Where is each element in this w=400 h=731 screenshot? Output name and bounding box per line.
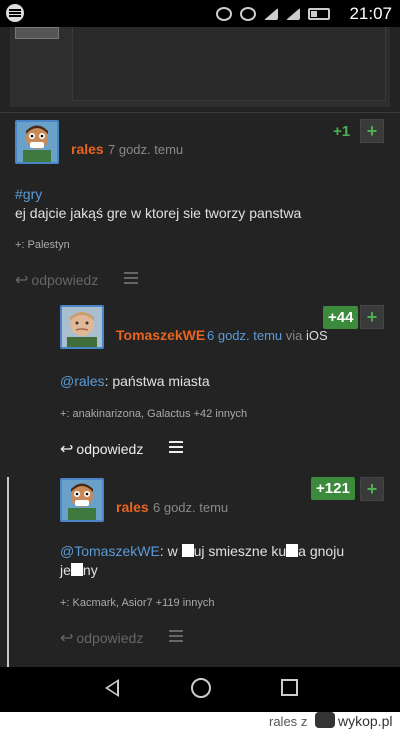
username[interactable]: rales bbox=[116, 499, 149, 515]
battery-icon bbox=[308, 8, 330, 20]
signal-icon bbox=[264, 8, 278, 20]
comment-tag: #gry bbox=[15, 185, 42, 204]
thread-indicator bbox=[7, 477, 9, 667]
menu-icon[interactable] bbox=[169, 441, 183, 453]
avatar[interactable] bbox=[15, 27, 59, 39]
comments-feed[interactable]: rales 7 godz. temu +1 + #gry ej dajcie j… bbox=[0, 27, 400, 667]
comment-body: @TomaszekWE: w uj smieszne ku a gnoju je ny bbox=[60, 542, 380, 580]
upvote-button[interactable]: + bbox=[360, 305, 384, 329]
previous-comment bbox=[10, 27, 390, 107]
avatar[interactable] bbox=[15, 120, 59, 164]
avatar[interactable] bbox=[60, 478, 104, 522]
censored-block bbox=[70, 563, 83, 576]
status-bar: 21:07 bbox=[0, 0, 400, 27]
watermark: rales z wykop.pl bbox=[0, 712, 400, 731]
vote-count: +121 bbox=[311, 477, 355, 500]
reply-button[interactable]: ↩ odpowiedz bbox=[60, 439, 143, 459]
reply-icon: ↩ bbox=[15, 272, 29, 289]
plusers-list[interactable]: +: Kacmark, Asior7 +119 innych bbox=[60, 597, 215, 609]
reply-label: odpowiedz bbox=[31, 272, 99, 288]
text-part: : w bbox=[159, 543, 182, 559]
upvote-button[interactable]: + bbox=[360, 477, 384, 501]
comment-body: @rales: państwa miasta bbox=[60, 372, 210, 391]
vote-count: +44 bbox=[323, 306, 359, 329]
watermark-site: wykop.pl bbox=[338, 713, 393, 729]
hashtag-link[interactable]: #gry bbox=[15, 186, 42, 202]
menu-icon[interactable] bbox=[169, 630, 183, 642]
via-app: iOS bbox=[306, 328, 328, 343]
username[interactable]: TomaszekWE bbox=[116, 327, 205, 343]
reply-button[interactable]: ↩ odpowiedz bbox=[15, 270, 98, 290]
text-part: uj smieszne ku bbox=[193, 543, 287, 559]
home-icon[interactable] bbox=[191, 678, 211, 698]
reply-icon: ↩ bbox=[60, 441, 74, 458]
reply-label: odpowiedz bbox=[76, 441, 144, 457]
watermark-user: rales z bbox=[269, 714, 308, 729]
wifi-icon bbox=[240, 7, 256, 21]
censored-block bbox=[181, 544, 194, 557]
text-part: a gnoju bbox=[298, 543, 345, 559]
reply-icon: ↩ bbox=[60, 630, 74, 647]
plusers-list[interactable]: +: anakinarizona, Galactus +42 innych bbox=[60, 408, 247, 420]
mention-link[interactable]: @rales bbox=[60, 373, 105, 389]
timestamp[interactable]: 6 godz. temu via iOS bbox=[207, 328, 328, 343]
reply-button[interactable]: ↩ odpowiedz bbox=[60, 628, 143, 648]
plusers-list[interactable]: +: Palestyn bbox=[15, 239, 70, 251]
reply-label: odpowiedz bbox=[76, 630, 144, 646]
wykop-logo-icon bbox=[315, 712, 335, 728]
upvote-button[interactable]: + bbox=[360, 119, 384, 143]
menu-icon[interactable] bbox=[124, 272, 138, 284]
comment-body: ej dajcie jakąś gre w ktorej sie tworzy … bbox=[15, 205, 302, 221]
via-label: via bbox=[285, 328, 303, 343]
comment-text: : państwa miasta bbox=[104, 373, 210, 389]
recent-apps-icon[interactable] bbox=[281, 679, 298, 696]
mention-link[interactable]: @TomaszekWE bbox=[60, 543, 160, 559]
timestamp-text: 6 godz. temu bbox=[207, 328, 283, 343]
divider bbox=[0, 112, 400, 113]
avatar[interactable] bbox=[60, 305, 104, 349]
spotify-icon bbox=[6, 4, 24, 22]
text-part: je bbox=[60, 562, 71, 578]
signal-icon bbox=[286, 8, 300, 20]
username[interactable]: rales bbox=[71, 141, 104, 157]
navigation-bar bbox=[0, 667, 400, 712]
embedded-content[interactable] bbox=[72, 27, 386, 101]
timestamp[interactable]: 6 godz. temu bbox=[153, 500, 228, 515]
clock: 21:07 bbox=[349, 4, 392, 23]
headphones-icon bbox=[216, 7, 232, 21]
back-icon[interactable] bbox=[105, 679, 119, 697]
vote-count: +1 bbox=[333, 123, 351, 140]
text-part: ny bbox=[82, 562, 98, 578]
timestamp[interactable]: 7 godz. temu bbox=[108, 142, 183, 157]
censored-block bbox=[286, 544, 299, 557]
